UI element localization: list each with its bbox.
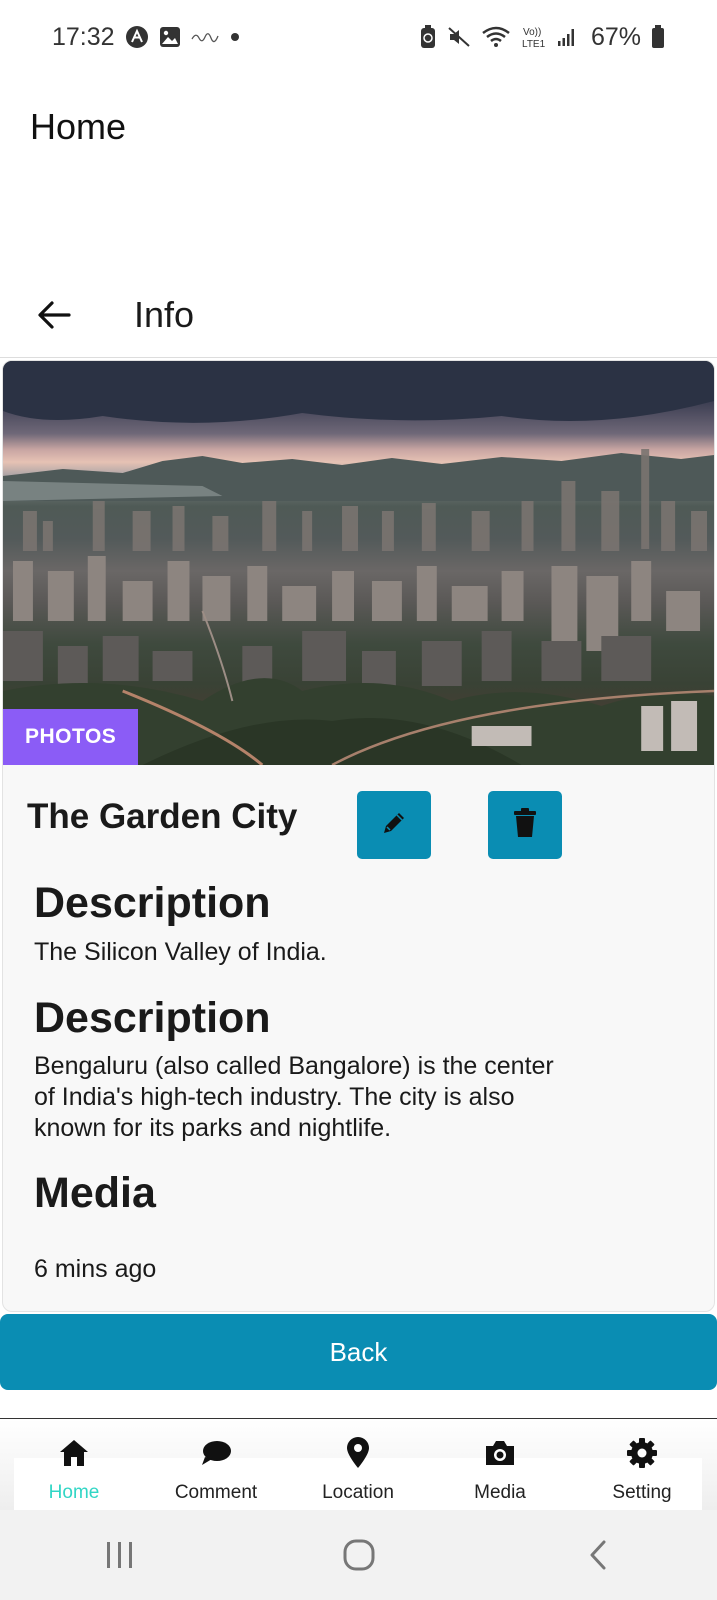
home-circle-icon[interactable] [319, 1525, 399, 1585]
camera-icon [483, 1436, 517, 1470]
nav-item-location[interactable]: Location [298, 1426, 418, 1504]
recents-icon[interactable] [80, 1525, 160, 1585]
status-bar: 17:32 Vo)) LTE1 67% [0, 0, 717, 74]
mute-icon [447, 25, 471, 49]
nav-label-location: Location [322, 1482, 394, 1503]
svg-text:LTE1: LTE1 [522, 39, 546, 49]
trash-icon [511, 807, 539, 844]
back-button[interactable]: Back [0, 1314, 717, 1390]
delete-button[interactable] [488, 791, 562, 859]
screen: 17:32 Vo)) LTE1 67% Home Info PHOTOS The… [0, 0, 717, 1600]
volte-icon: Vo)) LTE1 [521, 25, 547, 49]
status-right: Vo)) LTE1 67% [419, 23, 665, 52]
edit-button[interactable] [357, 791, 431, 859]
bottom-nav: Home Comment Location Media Setting [14, 1426, 702, 1510]
arrow-left-icon[interactable] [34, 295, 74, 335]
gallery-icon [159, 26, 181, 48]
nav-label-comment: Comment [174, 1482, 258, 1503]
nfc-icon [125, 25, 149, 49]
location-pin-icon [341, 1436, 375, 1470]
home-icon [57, 1436, 91, 1470]
page-title: Home [30, 106, 127, 147]
nav-item-media[interactable]: Media [440, 1426, 560, 1504]
nav-label-home: Home [48, 1482, 100, 1503]
signal-icon [557, 27, 577, 47]
comment-icon [199, 1436, 233, 1470]
battery-icon [651, 25, 665, 49]
nav-label-setting: Setting [612, 1482, 672, 1503]
system-nav-bar [0, 1510, 717, 1600]
signature-icon [190, 30, 219, 44]
media-heading: Media [34, 1169, 156, 1217]
nav-item-home[interactable]: Home [14, 1426, 134, 1504]
description-text: Bengaluru (also called Bangalore) is the… [34, 1052, 554, 1142]
status-time: 17:32 [52, 22, 115, 51]
place-title: The Garden City [27, 797, 298, 836]
city-skyline-illustration [3, 361, 714, 765]
description-heading: Description [34, 879, 271, 927]
info-header: Info [0, 272, 717, 358]
description-heading: Description [34, 994, 271, 1042]
title-row: The Garden City [27, 791, 707, 861]
city-photo[interactable]: PHOTOS [3, 361, 714, 765]
battery-saver-icon [419, 25, 437, 49]
dot-icon [229, 31, 241, 43]
place-card: PHOTOS The Garden City Description The S… [2, 360, 715, 1312]
timestamp: 6 mins ago [34, 1255, 157, 1283]
nav-item-comment[interactable]: Comment [156, 1426, 276, 1504]
wifi-icon [481, 25, 511, 49]
description-text: The Silicon Valley of India. [34, 938, 327, 966]
photos-badge: PHOTOS [3, 709, 139, 765]
svg-text:Vo)): Vo)) [523, 27, 541, 38]
info-title: Info [134, 293, 195, 335]
gear-icon [625, 1436, 659, 1470]
nav-item-setting[interactable]: Setting [582, 1426, 702, 1504]
back-chevron-icon[interactable] [558, 1525, 638, 1585]
pencil-icon [379, 808, 409, 843]
nav-label-media: Media [474, 1482, 526, 1503]
battery-percent: 67% [590, 22, 641, 51]
status-left: 17:32 [52, 23, 241, 52]
